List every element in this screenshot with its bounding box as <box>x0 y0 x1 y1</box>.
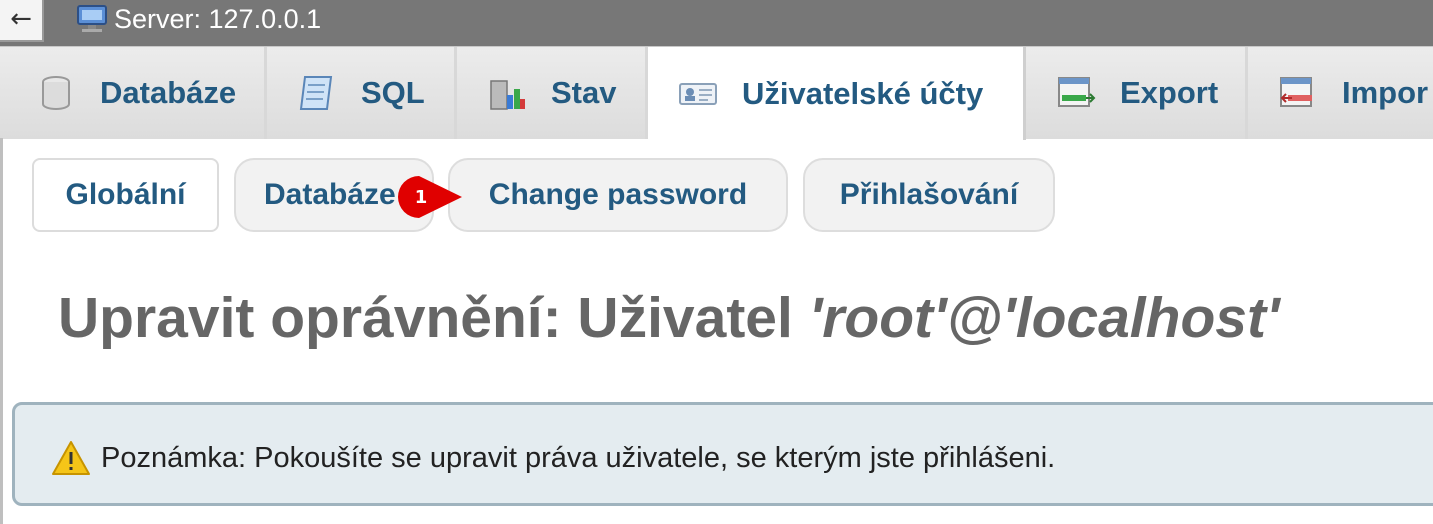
warning-icon <box>52 441 90 475</box>
status-chart-icon <box>490 80 525 110</box>
import-icon <box>1280 77 1312 107</box>
tab-label: Uživatelské účty <box>742 75 984 111</box>
sql-icon <box>299 76 333 110</box>
export-icon <box>1058 77 1096 107</box>
tab-databases[interactable]: Databáze <box>0 47 267 139</box>
page-title-prefix: Upravit oprávnění: Uživatel <box>58 286 809 350</box>
tab-label: Databáze <box>100 75 237 110</box>
notice-text: Poznámka: Pokoušíte se upravit práva uži… <box>101 442 1056 474</box>
tab-label: Stav <box>551 75 617 110</box>
subtab-global[interactable]: Globální <box>32 158 219 232</box>
tab-label: Export <box>1120 75 1219 110</box>
page-title: Upravit oprávnění: Uživatel 'root'@'loca… <box>58 282 1280 354</box>
tab-sql[interactable]: SQL <box>267 47 457 139</box>
tab-label: SQL <box>361 75 425 110</box>
database-icon <box>42 76 70 110</box>
subtab-login[interactable]: Přihlašování <box>803 158 1055 232</box>
tab-export[interactable]: Export <box>1026 47 1248 139</box>
content-left-border <box>0 138 3 524</box>
notice-box: Poznámka: Pokoušíte se upravit práva uži… <box>12 402 1433 506</box>
tab-import[interactable]: Impor <box>1248 47 1433 139</box>
back-button[interactable]: ← <box>0 0 44 42</box>
user-accounts-icon <box>679 82 717 105</box>
tab-user-accounts[interactable]: Uživatelské účty <box>648 47 1026 140</box>
server-breadcrumb-bar: ← Server: 127.0.0.1 <box>0 0 1433 46</box>
page-title-user: 'root'@'localhost' <box>808 286 1280 350</box>
step-marker-number: 1 <box>414 187 428 208</box>
tab-status[interactable]: Stav <box>457 47 648 139</box>
server-icon <box>77 5 107 32</box>
server-label[interactable]: Server: 127.0.0.1 <box>114 3 321 35</box>
tab-label: Impor <box>1342 75 1429 110</box>
subtab-change-password[interactable]: Change password <box>448 158 788 232</box>
main-tab-bar: Databáze SQL Stav Uživatelské účty Expor… <box>0 46 1433 140</box>
